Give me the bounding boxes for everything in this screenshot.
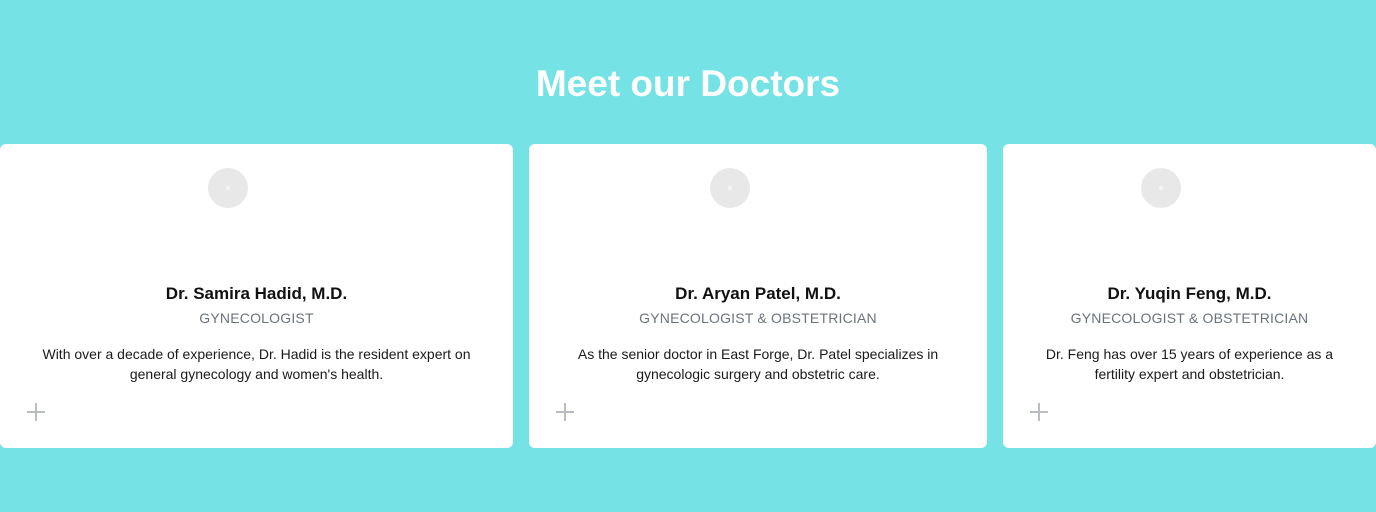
- avatar-placeholder-icon: [728, 186, 732, 190]
- doctor-avatar: [208, 168, 248, 208]
- doctor-name: Dr. Samira Hadid, M.D.: [165, 284, 348, 303]
- avatar-placeholder-icon: [226, 186, 230, 190]
- doctor-avatar: [1141, 168, 1181, 208]
- doctor-role: GYNECOLOGIST & OBSTETRICIAN: [639, 310, 877, 326]
- avatar-placeholder-icon: [1159, 186, 1163, 190]
- doctor-card: Dr. Aryan Patel, M.D. GYNECOLOGIST & OBS…: [529, 144, 987, 448]
- doctor-description: With over a decade of experience, Dr. Ha…: [42, 346, 471, 382]
- plus-icon[interactable]: [555, 402, 575, 422]
- doctor-role: GYNECOLOGIST & OBSTETRICIAN: [1070, 310, 1309, 326]
- doctor-card: Dr. Yuqin Feng, M.D. GYNECOLOGIST & OBST…: [1003, 144, 1376, 448]
- plus-icon[interactable]: [26, 402, 46, 422]
- plus-icon[interactable]: [1029, 402, 1049, 422]
- section-title: Meet our Doctors: [535, 63, 841, 104]
- doctor-name: Dr. Aryan Patel, M.D.: [675, 284, 841, 303]
- doctor-role: GYNECOLOGIST: [199, 310, 314, 326]
- doctor-avatar: [710, 168, 750, 208]
- doctor-card: Dr. Samira Hadid, M.D. GYNECOLOGIST With…: [0, 144, 513, 448]
- doctor-name: Dr. Yuqin Feng, M.D.: [1107, 284, 1272, 303]
- doctor-description: Dr. Feng has over 15 years of experience…: [1045, 346, 1334, 382]
- doctor-description: As the senior doctor in East Forge, Dr. …: [577, 346, 939, 382]
